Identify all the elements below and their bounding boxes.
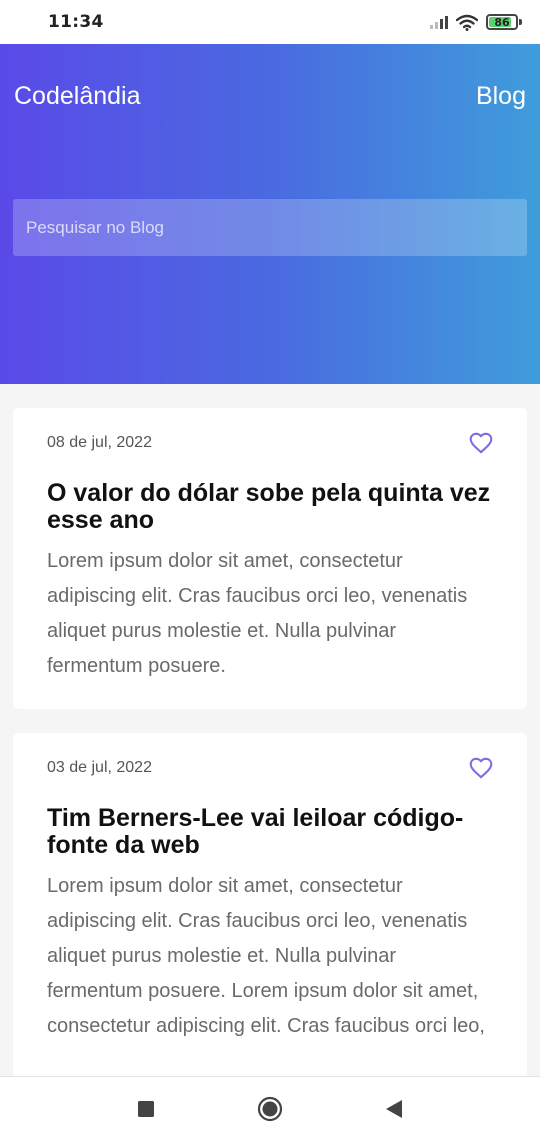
back-button[interactable] (379, 1094, 409, 1124)
search-box[interactable] (13, 199, 527, 256)
post-excerpt: Lorem ipsum dolor sit amet, consectetur … (47, 550, 468, 677)
post-card[interactable]: 03 de jul, 2022 Tim Berners-Lee vai leil… (13, 733, 527, 1078)
search-input[interactable] (26, 199, 527, 256)
post-title[interactable]: Tim Berners-Lee vai leiloar código-fonte… (47, 805, 494, 859)
recent-apps-button[interactable] (131, 1094, 161, 1124)
post-excerpt: Lorem ipsum dolor sit amet, consectetur … (47, 875, 485, 1037)
post-card-header: 03 de jul, 2022 (47, 755, 494, 781)
battery-cap (519, 19, 522, 25)
status-bar: 11:34 86 (0, 0, 540, 44)
signal-icon (430, 15, 448, 29)
post-title[interactable]: O valor do dólar sobe pela quinta vez es… (47, 480, 494, 534)
wifi-icon (456, 14, 478, 31)
battery-icon: 86 (486, 14, 522, 30)
heart-icon[interactable] (468, 755, 494, 781)
home-button[interactable] (255, 1094, 285, 1124)
status-time: 11:34 (48, 12, 104, 32)
back-icon (386, 1099, 402, 1118)
recent-apps-icon (138, 1100, 154, 1117)
post-date: 08 de jul, 2022 (47, 434, 152, 451)
status-icons: 86 (430, 14, 522, 31)
system-nav-bar (0, 1076, 540, 1140)
brand-logo[interactable]: Codelândia (14, 82, 141, 111)
post-date: 03 de jul, 2022 (47, 759, 152, 776)
home-icon (257, 1096, 283, 1121)
post-card[interactable]: 08 de jul, 2022 O valor do dólar sobe pe… (13, 408, 527, 709)
nav-link-blog[interactable]: Blog (476, 82, 526, 111)
battery-level: 86 (494, 15, 510, 29)
post-card-header: 08 de jul, 2022 (47, 430, 494, 456)
heart-icon[interactable] (468, 430, 494, 456)
header: Codelândia Blog (0, 44, 540, 384)
